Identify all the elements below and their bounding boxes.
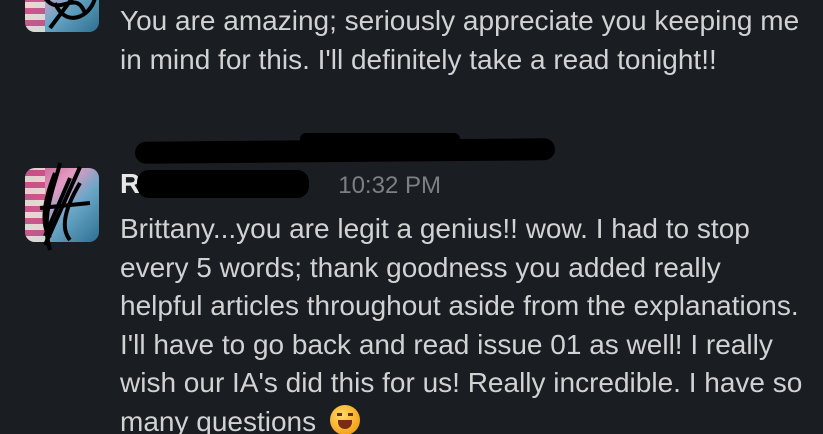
redaction-mark (137, 170, 309, 198)
redaction-mark (300, 133, 460, 145)
message-timestamp[interactable]: 10:32 PM (338, 172, 441, 200)
redaction-scribble-icon (44, 0, 97, 30)
redaction-scribble-icon (43, 162, 82, 251)
grimacing-face-emoji (329, 404, 360, 434)
avatar[interactable] (25, 0, 99, 32)
message-body: Brittany...you are legit a genius!! wow.… (120, 213, 803, 434)
message-text: Brittany...you are legit a genius!! wow.… (120, 210, 810, 434)
message-text: You are amazing; seriously appreciate yo… (120, 5, 800, 75)
chat-message-list: You are amazing; seriously appreciate yo… (0, 0, 823, 434)
